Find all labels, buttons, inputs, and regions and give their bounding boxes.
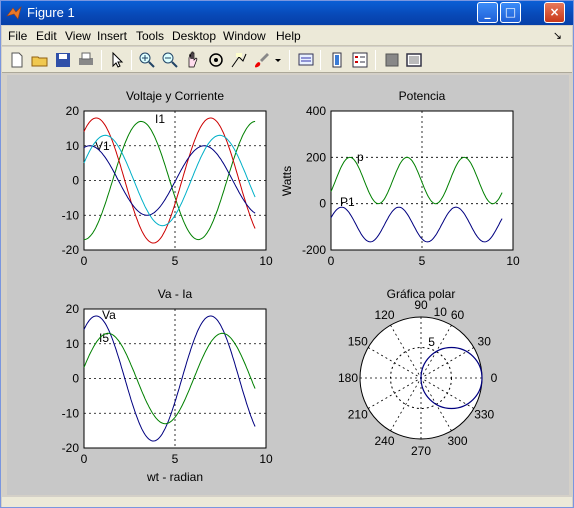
zoom-in-icon[interactable]	[138, 51, 156, 69]
polar-angle-label: 240	[374, 434, 394, 448]
menu-file[interactable]: File	[8, 29, 27, 43]
x-tick-label: 5	[172, 452, 179, 466]
data-cursor-icon[interactable]	[230, 51, 248, 69]
axes-va-ia[interactable]: Va - Ia wt - radian Va I5 20100-10-200 5 1…	[62, 287, 273, 484]
save-icon[interactable]	[54, 51, 72, 69]
y-tick-label: -200	[302, 243, 326, 257]
polar-angle-label: 30	[478, 335, 492, 349]
x-tick-label: 5	[172, 254, 179, 268]
y-tick-label: -10	[62, 208, 80, 222]
toolbar-separator	[289, 50, 290, 70]
show-plot-tools-icon[interactable]	[405, 51, 423, 69]
brush-dropdown-icon[interactable]	[273, 51, 283, 69]
legend-icon[interactable]	[351, 51, 369, 69]
plots-svg: Voltaje y Corriente I1 V1 20100-10-200 5 1…	[62, 89, 520, 484]
link-icon[interactable]	[297, 51, 315, 69]
menu-dock-arrow-icon[interactable]: ↘	[553, 29, 562, 42]
brush-icon[interactable]	[253, 51, 271, 69]
y-tick-label: 10	[66, 139, 80, 153]
y-tick-label: -10	[62, 406, 80, 420]
axes-grafica-polar[interactable]: Gráfica polar 90603003303002702402101801…	[338, 287, 498, 458]
y-tick-label: 20	[66, 104, 80, 118]
y-tick-label: 20	[66, 302, 80, 316]
menu-tools[interactable]: Tools	[136, 29, 164, 43]
chart-title: Va - Ia	[158, 287, 193, 301]
figure-canvas: Voltaje y Corriente I1 V1 20 10 0 -10 -20 0 5 1…	[7, 75, 569, 495]
x-tick-label: 0	[328, 254, 335, 268]
toolbar-separator	[375, 50, 376, 70]
x-tick-label: 5	[419, 254, 426, 268]
ylabel-watts: Watts	[280, 166, 294, 196]
annotation-va: Va	[102, 308, 116, 322]
polar-angle-label: 270	[411, 444, 431, 458]
toolbar-separator	[320, 50, 321, 70]
y-tick-label: 0	[319, 197, 326, 211]
axes-potencia[interactable]: Potencia Watts p P1 4002000-2000 5 10	[280, 89, 520, 268]
polar-angle-label: 150	[348, 335, 368, 349]
xlabel-wt-radian: wt - radian	[146, 470, 203, 484]
y-tick-label: 0	[72, 372, 79, 386]
polar-angle-label: 180	[338, 371, 358, 385]
toolbar-separator	[101, 50, 102, 70]
menu-insert[interactable]: Insert	[97, 29, 127, 43]
minimize-button[interactable]: _	[477, 2, 498, 23]
window-title: Figure 1	[27, 5, 75, 20]
menu-help[interactable]: Help	[276, 29, 301, 43]
y-tick-label: -20	[62, 243, 80, 257]
menu-desktop[interactable]: Desktop	[172, 29, 216, 43]
rotate-icon[interactable]	[207, 51, 225, 69]
zoom-out-icon[interactable]	[161, 51, 179, 69]
title-bar[interactable]: Figure 1 _ □ ×	[1, 1, 573, 25]
print-icon[interactable]	[77, 51, 95, 69]
menu-view[interactable]: View	[65, 29, 91, 43]
x-tick-label: 0	[81, 452, 88, 466]
toolbar	[2, 47, 572, 73]
x-tick-label: 10	[259, 254, 273, 268]
polar-radius-label: 5	[428, 335, 435, 349]
y-tick-label: 0	[72, 174, 79, 188]
x-tick-label: 10	[259, 452, 273, 466]
chart-title: Potencia	[399, 89, 446, 103]
menu-window[interactable]: Window	[223, 29, 266, 43]
polar-angle-label: 120	[374, 308, 394, 322]
pointer-icon[interactable]	[108, 51, 126, 69]
annotation-v1: V1	[95, 139, 110, 153]
polar-angle-label: 300	[447, 434, 467, 448]
x-tick-label: 10	[506, 254, 520, 268]
polar-radius-label: 10	[434, 305, 448, 319]
polar-angle-label: 330	[474, 408, 494, 422]
y-tick-label: 10	[66, 337, 80, 351]
open-icon[interactable]	[31, 51, 49, 69]
chart-title: Voltaje y Corriente	[126, 89, 224, 103]
matlab-logo-icon	[6, 6, 22, 20]
y-tick-label: 200	[306, 150, 326, 164]
menu-edit[interactable]: Edit	[36, 29, 57, 43]
menu-bar: File Edit View Insert Tools Desktop Wind…	[2, 26, 572, 46]
polar-angle-label: 0	[491, 371, 498, 385]
maximize-button[interactable]: □	[500, 2, 521, 23]
new-figure-icon[interactable]	[8, 51, 26, 69]
y-tick-label: -20	[62, 441, 80, 455]
polar-angle-label: 210	[348, 408, 368, 422]
status-bar	[2, 497, 572, 507]
hide-plot-tools-icon[interactable]	[383, 51, 401, 69]
polar-angle-label: 90	[414, 298, 428, 312]
colorbar-icon[interactable]	[328, 51, 346, 69]
x-tick-label: 0	[81, 254, 88, 268]
annotation-i1: I1	[155, 112, 165, 126]
figure-window: Figure 1 _ □ × File Edit View Insert Too…	[0, 0, 574, 508]
axes-voltaje-corriente[interactable]: Voltaje y Corriente I1 V1 20100-10-200 5 1…	[62, 89, 273, 268]
pan-icon[interactable]	[184, 51, 202, 69]
close-button[interactable]: ×	[544, 2, 565, 23]
polar-angle-label: 60	[451, 308, 465, 322]
y-tick-label: 400	[306, 104, 326, 118]
toolbar-separator	[131, 50, 132, 70]
